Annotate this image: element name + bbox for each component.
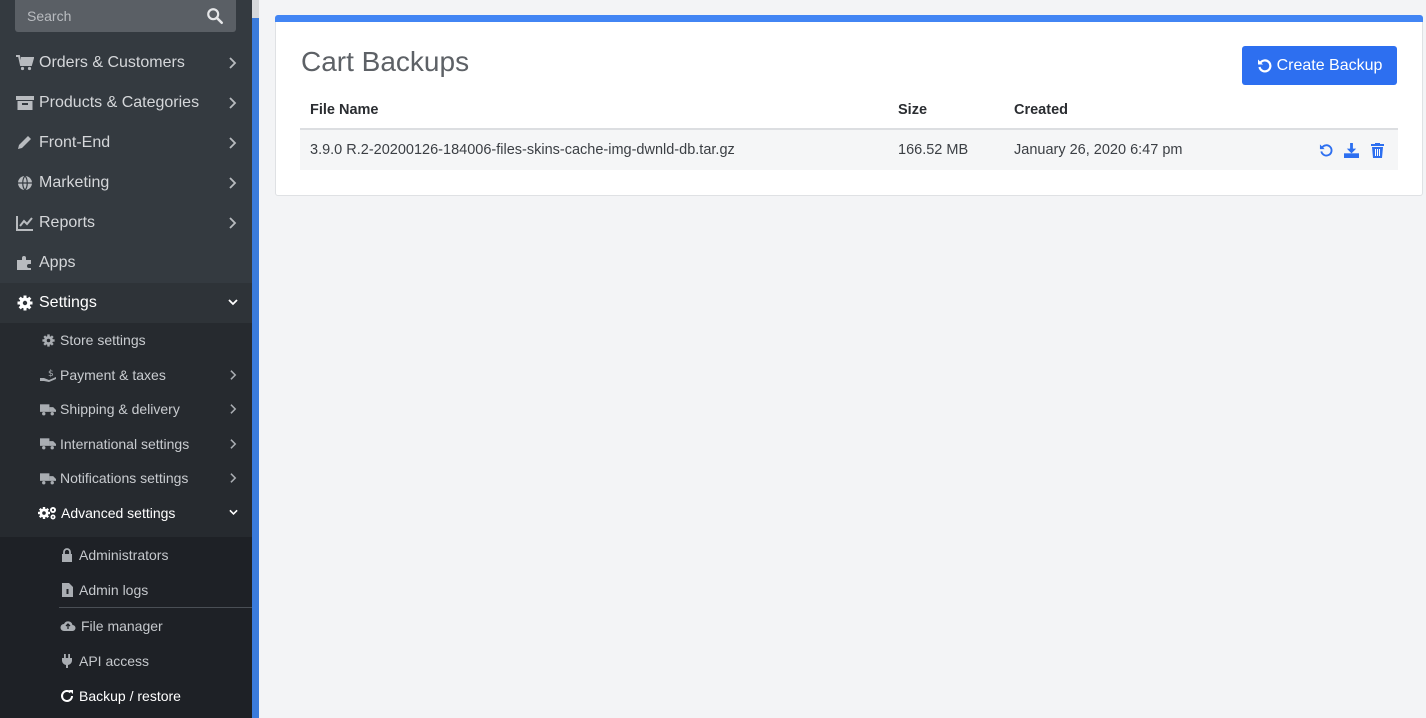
- sidebar-item-administrators[interactable]: Administrators: [0, 537, 252, 572]
- nav-item-label: Front-End: [39, 134, 111, 151]
- nav-item-apps[interactable]: Apps: [0, 243, 252, 283]
- nav-item-marketing[interactable]: Marketing: [0, 163, 252, 203]
- gear-icon: [16, 294, 34, 312]
- chart-icon: [16, 214, 34, 232]
- sidebar-item-admin-logs[interactable]: Admin logs: [0, 572, 252, 607]
- chevron-down-icon: [228, 299, 238, 306]
- refresh-icon: [60, 689, 74, 703]
- column-header-actions: [1274, 92, 1398, 130]
- nav-item-label: Orders & Customers: [39, 54, 185, 71]
- box-icon: [16, 94, 34, 112]
- chevron-right-icon: [230, 369, 237, 380]
- puzzle-icon: [16, 254, 34, 272]
- sidebar-item-label: Admin logs: [79, 581, 149, 598]
- nav-item-label: Products & Categories: [39, 94, 200, 111]
- sidebar-item-label: Advanced settings: [61, 504, 176, 521]
- cell-created: January 26, 2020 6:47 pm: [1004, 129, 1274, 170]
- search-input[interactable]: Search: [27, 8, 206, 24]
- cell-file-name: 3.9.0 R.2-20200126-184006-files-skins-ca…: [300, 129, 888, 170]
- truck-icon: [40, 471, 56, 485]
- sidebar-item-label: Payment & taxes: [60, 366, 166, 383]
- sidebar-item-file-manager[interactable]: File manager: [0, 608, 252, 643]
- svg-text:$: $: [48, 369, 54, 379]
- sidebar-item-advanced-settings[interactable]: Advanced settings: [0, 496, 252, 531]
- chevron-right-icon: [229, 177, 237, 189]
- truck-icon: [40, 402, 56, 416]
- backups-panel: Cart Backups Create Backup File Name Siz…: [275, 15, 1423, 196]
- refresh-icon: [1257, 58, 1271, 72]
- main-nav: Orders & Customers Products & Categories…: [0, 43, 252, 323]
- nav-item-reports[interactable]: Reports: [0, 203, 252, 243]
- sidebar-item-label: Store settings: [60, 332, 146, 349]
- hand-dollar-icon: $: [40, 368, 56, 382]
- nav-item-label: Marketing: [39, 174, 110, 191]
- panel-accent-bar: [275, 15, 1423, 22]
- sidebar-toggle[interactable]: [252, 0, 259, 18]
- sidebar-item-international-settings[interactable]: International settings: [0, 427, 252, 462]
- sidebar-item-label: API access: [79, 652, 150, 669]
- lock-icon: [60, 547, 74, 562]
- sidebar-edge: [252, 0, 259, 718]
- column-header-size[interactable]: Size: [888, 92, 1004, 130]
- chevron-right-icon: [230, 438, 237, 449]
- plug-icon: [60, 653, 74, 668]
- sidebar-item-label: Shipping & delivery: [60, 401, 180, 418]
- nav-item-settings[interactable]: Settings: [0, 283, 252, 323]
- sidebar-item-label: File manager: [81, 617, 163, 634]
- cart-icon: [16, 54, 34, 72]
- sidebar-item-shipping-delivery[interactable]: Shipping & delivery: [0, 392, 252, 427]
- sidebar-item-api-access[interactable]: API access: [0, 643, 252, 678]
- sidebar-item-label: International settings: [60, 435, 190, 452]
- chevron-right-icon: [229, 217, 237, 229]
- sidebar-item-notifications-settings[interactable]: Notifications settings: [0, 461, 252, 496]
- cloud-icon: [60, 619, 76, 633]
- column-header-created[interactable]: Created: [1004, 92, 1274, 130]
- sidebar-item-label: Notifications settings: [60, 470, 189, 487]
- restore-icon[interactable]: [1319, 143, 1334, 158]
- table-row: 3.9.0 R.2-20200126-184006-files-skins-ca…: [300, 129, 1398, 170]
- trash-icon[interactable]: [1369, 142, 1384, 158]
- pen-icon: [16, 134, 34, 152]
- advanced-settings-submenu: Administrators Admin logs File manager A…: [0, 537, 252, 718]
- chevron-down-icon: [229, 509, 238, 515]
- nav-item-orders-customers[interactable]: Orders & Customers: [0, 43, 252, 83]
- sidebar-item-store-settings[interactable]: Store settings: [0, 323, 252, 358]
- chevron-right-icon: [229, 137, 237, 149]
- nav-item-label: Apps: [39, 254, 76, 271]
- file-icon: [60, 582, 74, 597]
- search-box[interactable]: Search: [15, 0, 236, 32]
- cell-actions: [1274, 129, 1398, 170]
- nav-item-label: Reports: [39, 214, 96, 231]
- globe-icon: [16, 174, 34, 192]
- chevron-right-icon: [229, 57, 237, 69]
- search-icon[interactable]: [206, 7, 224, 25]
- settings-submenu: Store settings $ Payment & taxes Shippin…: [0, 323, 252, 718]
- sidebar-item-backup-restore[interactable]: Backup / restore: [0, 678, 252, 713]
- nav-item-front-end[interactable]: Front-End: [0, 123, 252, 163]
- cell-size: 166.52 MB: [888, 129, 1004, 170]
- backups-table: File Name Size Created 3.9.0 R.2-2020012…: [300, 92, 1398, 170]
- chevron-right-icon: [230, 473, 237, 483]
- gears-icon: [38, 506, 57, 520]
- download-icon[interactable]: [1343, 142, 1359, 158]
- nav-item-products-categories[interactable]: Products & Categories: [0, 83, 252, 123]
- create-backup-button[interactable]: Create Backup: [1242, 46, 1397, 85]
- gear-icon: [40, 333, 56, 347]
- sidebar-item-payment-taxes[interactable]: $ Payment & taxes: [0, 358, 252, 393]
- sidebar-item-label: Backup / restore: [79, 687, 181, 704]
- column-header-file-name[interactable]: File Name: [300, 92, 888, 130]
- sidebar: Search Orders & Customers Products & Cat…: [0, 0, 252, 718]
- nav-item-label: Settings: [39, 294, 97, 311]
- create-backup-label: Create Backup: [1276, 56, 1383, 74]
- truck-icon: [40, 437, 56, 451]
- table-header-row: File Name Size Created: [300, 92, 1398, 130]
- page-title: Cart Backups: [301, 46, 470, 77]
- sidebar-item-label: Administrators: [79, 546, 169, 563]
- chevron-right-icon: [229, 97, 237, 109]
- chevron-right-icon: [230, 404, 237, 414]
